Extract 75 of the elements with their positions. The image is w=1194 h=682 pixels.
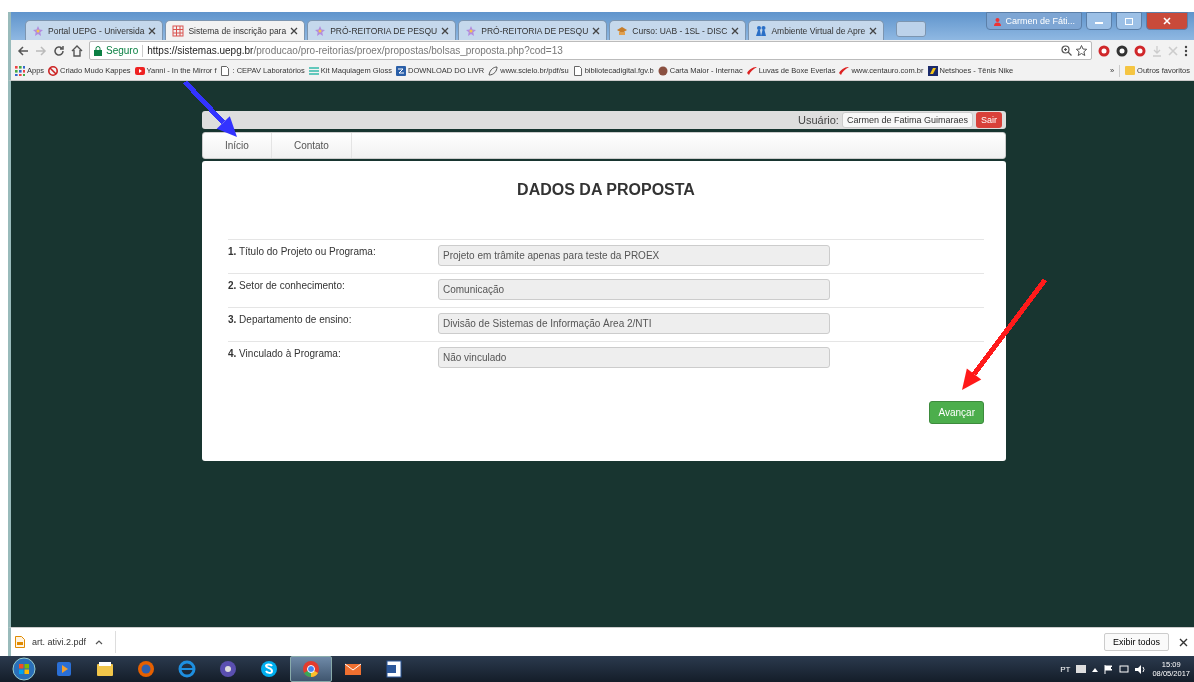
- flag-icon[interactable]: [1104, 664, 1114, 674]
- speaker-icon[interactable]: [1135, 664, 1147, 674]
- page-title: DADOS DA PROPOSTA: [516, 181, 696, 199]
- star-icon: [314, 24, 327, 37]
- browser-tab[interactable]: Portal UEPG - Universida: [25, 20, 164, 40]
- square-icon: [927, 65, 938, 76]
- folder-icon: [95, 659, 115, 679]
- close-button[interactable]: [1146, 12, 1188, 30]
- disc-icon: [218, 659, 238, 679]
- apps-icon: [15, 65, 25, 76]
- reload-icon[interactable]: [53, 44, 65, 57]
- address-bar[interactable]: Seguro https://sistemas.uepg.br/producao/pro-reitorias/proex/propostas/bolsas_proposta.php?cod=13: [89, 41, 1092, 60]
- field-label: 1. Título do Projeto ou Programa:: [228, 245, 377, 257]
- logout-button[interactable]: Sair: [976, 112, 1002, 128]
- input-field[interactable]: Divisão de Sistemas de Informação Área 2/NTI: [438, 313, 830, 334]
- zoom-icon[interactable]: [1061, 45, 1072, 56]
- chrome-icon: [301, 659, 321, 679]
- browser-icon: [177, 659, 197, 679]
- page-icon: [572, 65, 583, 76]
- close-icon[interactable]: [731, 26, 740, 35]
- star-icon: [465, 24, 478, 37]
- browser-tab[interactable]: PRÓ-REITORIA DE PESQU: [307, 20, 457, 40]
- document-icon: [384, 659, 404, 679]
- square-icon: [396, 65, 406, 76]
- browser-tab[interactable]: PRÓ-REITORIA DE PESQU: [458, 20, 608, 40]
- folder-icon: [1125, 66, 1136, 75]
- maximize-icon: [1125, 17, 1133, 25]
- minimize-button[interactable]: [1086, 12, 1112, 30]
- ban-icon: [48, 65, 59, 76]
- close-icon[interactable]: [290, 26, 299, 35]
- lines-icon: [308, 65, 319, 76]
- page-icon: [220, 65, 231, 76]
- browser-tab[interactable]: Sistema de inscrição para: [165, 20, 306, 40]
- swoosh-icon: [839, 65, 850, 76]
- maximize-button[interactable]: [1116, 12, 1142, 30]
- swoosh-icon: [746, 65, 757, 76]
- field-label: 3. Departamento de ensino:: [228, 313, 353, 325]
- close-icon[interactable]: [869, 26, 878, 35]
- browser-tab[interactable]: Ambiente Virtual de Apre: [748, 20, 885, 40]
- close-icon[interactable]: [441, 26, 450, 35]
- star-icon: [32, 24, 44, 37]
- ball-icon: [657, 65, 668, 76]
- back-icon[interactable]: [17, 44, 29, 57]
- person-icon: [993, 16, 1003, 26]
- user-label: Usuário:: [797, 114, 839, 126]
- caret-icon[interactable]: [1092, 666, 1099, 672]
- url-text: https://sistemas.uepg.br/producao/pro-reitorias/proex/propostas/bolsas_proposta.php?cod=13: [147, 45, 563, 56]
- input-field[interactable]: Comunicação: [438, 279, 830, 300]
- browser-tab[interactable]: Curso: UAB - 1SL - DISC: [609, 20, 747, 40]
- field-label: 2. Setor de conhecimento:: [228, 279, 346, 291]
- input-field[interactable]: Não vinculado: [438, 347, 830, 368]
- chat-icon: [259, 659, 279, 679]
- grid-icon: [172, 24, 185, 37]
- download-file-name[interactable]: art. ativi.2.pdf: [32, 637, 87, 647]
- nav-link[interactable]: Contato: [271, 133, 352, 158]
- user-name: Carmen de Fatima Guimaraes: [841, 112, 973, 128]
- show-all-button[interactable]: Exibir todos: [1103, 633, 1169, 651]
- input-field[interactable]: Projeto em trâmite apenas para teste da PROEX: [438, 245, 830, 266]
- star-icon[interactable]: [1076, 45, 1087, 56]
- field-label: 4. Vinculado à Programa:: [228, 347, 342, 359]
- pdf-file-icon: [15, 636, 25, 648]
- leaf-icon: [488, 65, 499, 76]
- video-icon: [134, 65, 145, 76]
- globe-icon: [136, 659, 156, 679]
- menu-icon[interactable]: [1184, 44, 1188, 57]
- home-icon[interactable]: [71, 44, 83, 57]
- close-icon: [1163, 17, 1171, 25]
- close-icon[interactable]: [592, 26, 601, 35]
- lock-icon: [94, 45, 102, 56]
- media-player-icon: [54, 659, 74, 679]
- people-icon: [755, 24, 768, 37]
- close-icon[interactable]: [148, 26, 157, 35]
- start-button[interactable]: [12, 657, 36, 681]
- close-icon[interactable]: [1179, 637, 1188, 647]
- language-indicator[interactable]: PT: [1060, 664, 1071, 674]
